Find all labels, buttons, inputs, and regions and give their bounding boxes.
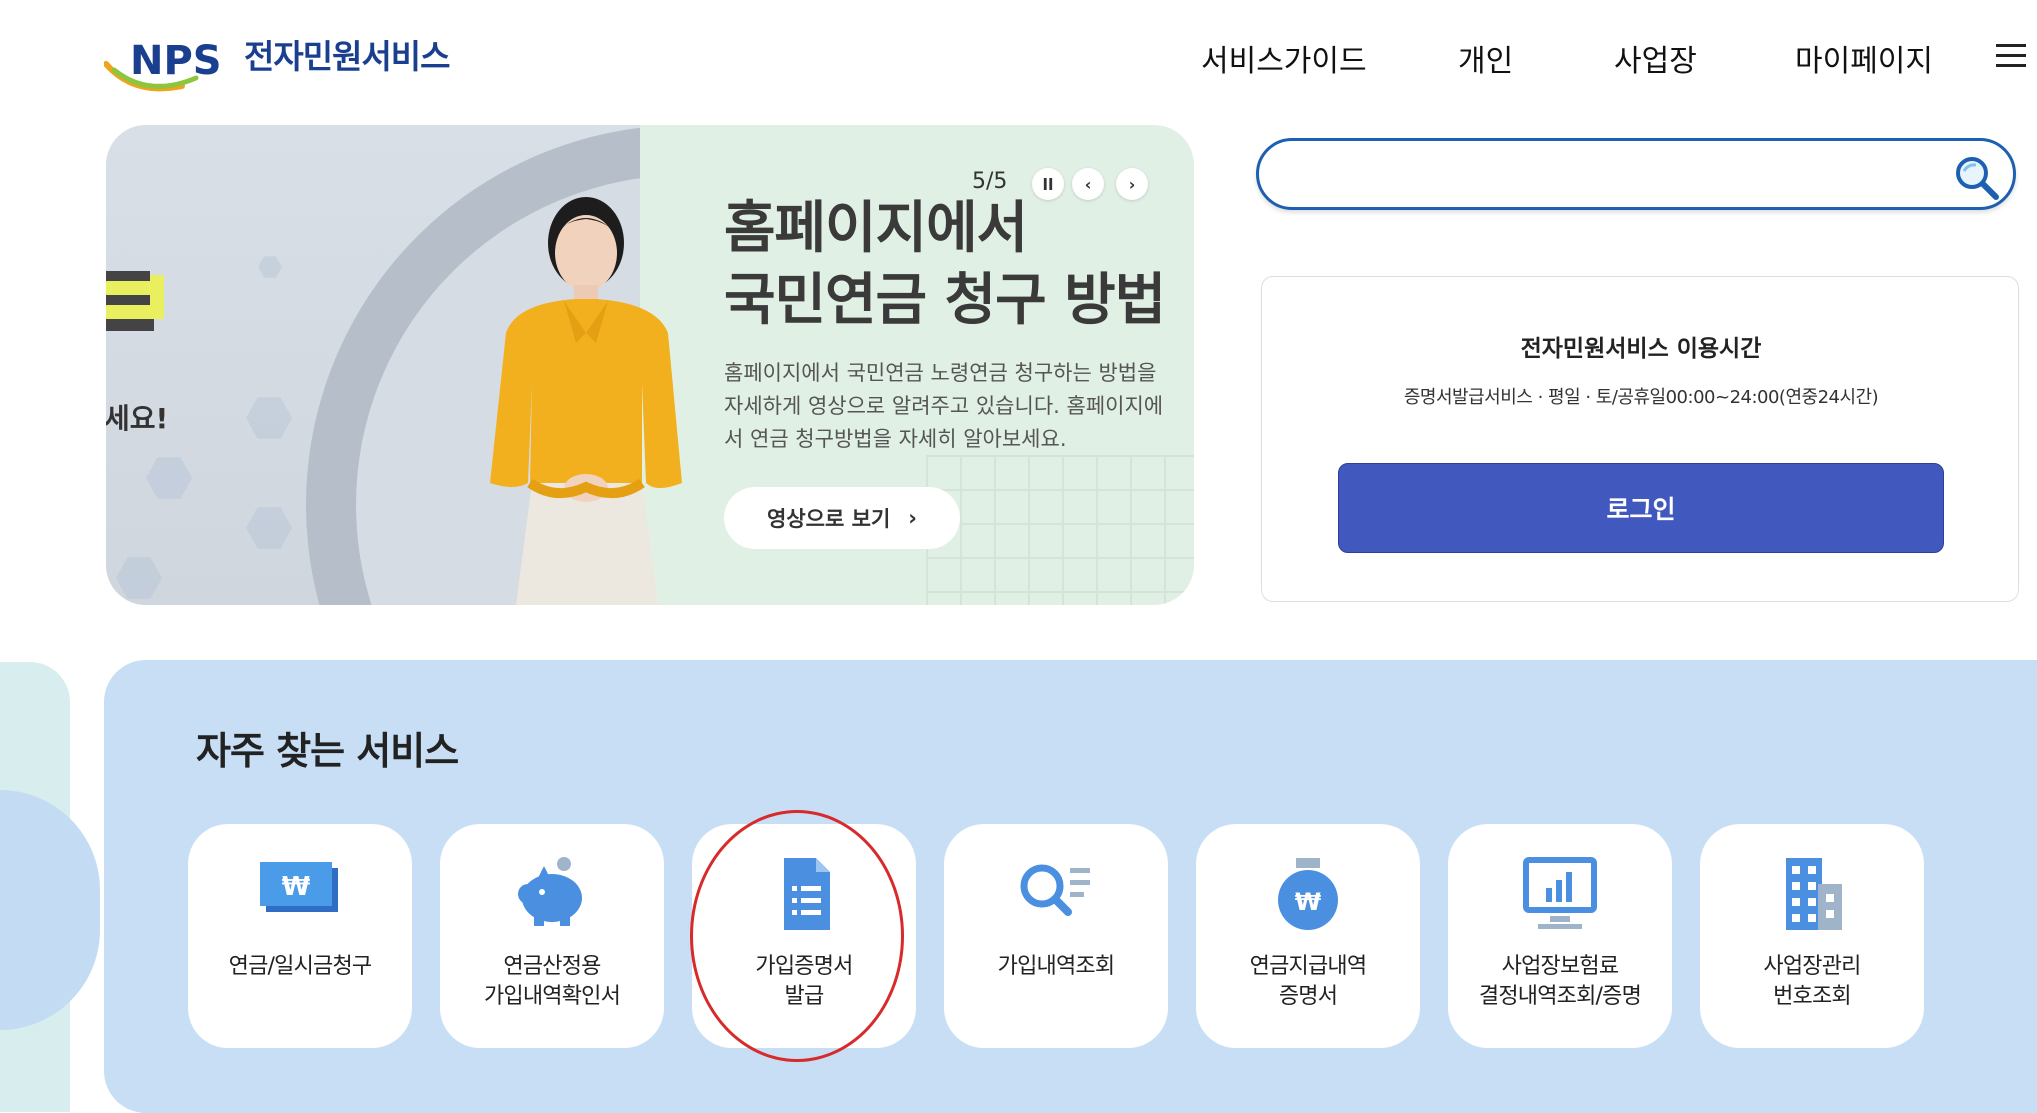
svg-text:₩: ₩	[1295, 888, 1322, 916]
service-label: 연금/일시금청구	[228, 954, 373, 979]
won-bill-icon: ₩	[260, 862, 338, 912]
watch-video-button[interactable]: 영상으로 보기 ›	[724, 487, 960, 549]
menu-icon[interactable]	[1996, 44, 2026, 68]
nav-personal[interactable]: 개인	[1458, 36, 1513, 80]
piggy-bank-icon	[518, 857, 582, 926]
service-label: 가입증명서 발급	[755, 954, 853, 1009]
service-enrollment-certificate[interactable]: 가입증명서 발급	[692, 824, 916, 1048]
nav-service-guide[interactable]: 서비스가이드	[1201, 36, 1367, 80]
nps-logo-icon: NPS	[104, 38, 222, 92]
frequent-services-section: 자주 찾는 서비스 ₩ 연금/일시금청구 연금산정용 가입내역확인서 가입증명서…	[104, 660, 2037, 1113]
service-label: 사업장관리 번호조회	[1763, 954, 1861, 1009]
service-name: 전자민원서비스	[244, 37, 451, 76]
service-label: 연금산정용 가입내역확인서	[483, 954, 621, 1009]
search-list-icon	[1020, 864, 1090, 916]
service-pension-claim[interactable]: ₩ 연금/일시금청구	[188, 824, 412, 1048]
service-label: 연금지급내역 증명서	[1249, 954, 1367, 1009]
search-input[interactable]	[1289, 151, 1929, 199]
slide-counter: 5/5	[972, 169, 1008, 194]
main-banner[interactable]: 세요! 5/5 ll ‹ › 홈페이지에서 국민연금 청구 방법 홈페이지에서 …	[106, 125, 1194, 605]
banner-title: 홈페이지에서 국민연금 청구 방법	[724, 196, 1166, 333]
site-logo[interactable]: NPS 전자민원서비스	[104, 26, 464, 98]
service-hours-title: 전자민원서비스 이용시간	[1520, 336, 1762, 362]
money-bag-icon: ₩	[1278, 858, 1338, 930]
svg-text:₩: ₩	[282, 872, 311, 902]
nav-mypage[interactable]: 마이페이지	[1795, 36, 1933, 80]
presenter-image	[490, 197, 682, 605]
service-enrollment-history[interactable]: 가입내역조회	[944, 824, 1168, 1048]
decoration	[0, 790, 100, 1030]
service-label: 가입내역조회	[997, 954, 1115, 979]
document-list-icon	[784, 858, 830, 930]
banner-description: 홈페이지에서 국민연금 노령연금 청구하는 방법을 자세하게 영상으로 알려주고…	[724, 361, 1164, 451]
service-label: 사업장보험료 결정내역조회/증명	[1478, 954, 1642, 1009]
building-icon	[1786, 858, 1842, 930]
search-box[interactable]	[1256, 138, 2016, 210]
login-button[interactable]: 로그인	[1338, 463, 1944, 553]
service-pension-record-confirm[interactable]: 연금산정용 가입내역확인서	[440, 824, 664, 1048]
prev-slide-text: 세요!	[106, 402, 169, 435]
service-pension-payment-certificate[interactable]: ₩ 연금지급내역 증명서	[1196, 824, 1420, 1048]
section-title: 자주 찾는 서비스	[196, 729, 459, 773]
nav-business[interactable]: 사업장	[1614, 36, 1697, 80]
page: NPS 전자민원서비스 서비스가이드 개인 사업장 마이페이지 세요! 5/5 …	[0, 0, 2037, 1113]
svg-text:NPS: NPS	[130, 38, 222, 84]
service-workplace-number-lookup[interactable]: 사업장관리 번호조회	[1700, 824, 1924, 1048]
service-workplace-premium[interactable]: 사업장보험료 결정내역조회/증명	[1448, 824, 1672, 1048]
service-hours-card: 전자민원서비스 이용시간 증명서발급서비스 · 평일 · 토/공휴일00:00~…	[1261, 276, 2019, 602]
service-hours-text: 증명서발급서비스 · 평일 · 토/공휴일00:00~24:00(연중24시간)	[1403, 387, 1879, 408]
watch-video-label: 영상으로 보기	[767, 507, 891, 531]
chevron-right-icon: ›	[908, 506, 917, 530]
monitor-chart-icon	[1523, 857, 1597, 929]
search-icon[interactable]	[1952, 153, 2000, 201]
